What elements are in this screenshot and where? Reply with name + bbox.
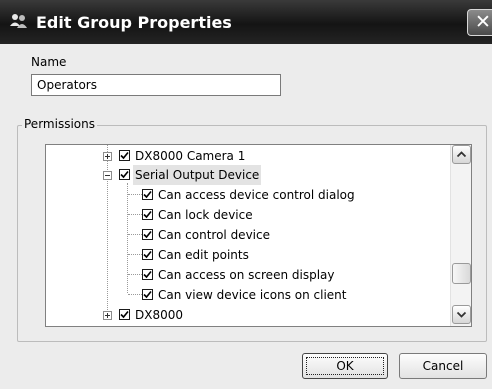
tree-item-label: Can lock device [158, 208, 253, 222]
tree-item-label: Can view device icons on client [158, 288, 347, 302]
checkbox[interactable] [119, 150, 130, 161]
checkbox[interactable] [119, 309, 130, 320]
focus-ring [306, 357, 384, 375]
ok-button[interactable]: OK [302, 353, 388, 379]
vertical-scrollbar[interactable] [450, 145, 471, 326]
tree-item-label: Serial Output Device [133, 165, 262, 185]
tree-item[interactable]: Serial Output Device [46, 165, 446, 185]
tree-item-label: Can access on screen display [158, 268, 335, 282]
close-button[interactable]: ✕ [467, 9, 492, 36]
tree-item-label: Can access device control dialog [158, 188, 355, 202]
title-bar[interactable]: Edit Group Properties ✕ [0, 0, 492, 44]
checkbox[interactable] [142, 229, 153, 240]
expand-icon[interactable] [103, 152, 112, 161]
cancel-button-label: Cancel [422, 359, 464, 373]
name-label: Name [31, 55, 67, 69]
close-icon: ✕ [475, 11, 491, 33]
name-input[interactable]: Operators [31, 74, 281, 96]
tree-item-label: Can control device [158, 228, 270, 242]
tree-item-label: DX8000 [135, 308, 183, 322]
checkbox[interactable] [119, 169, 130, 180]
scroll-up-button[interactable] [452, 145, 471, 164]
collapse-icon[interactable] [103, 171, 112, 180]
tree-item[interactable]: Can lock device [46, 205, 446, 225]
tree-item[interactable]: Can access device control dialog [46, 185, 446, 205]
tree-item[interactable]: Can control device [46, 225, 446, 245]
permissions-tree[interactable]: DX8000 Camera 1 Serial Output Device Can… [45, 144, 472, 327]
scroll-down-button[interactable] [452, 305, 471, 324]
chevron-down-icon [456, 311, 467, 318]
scroll-thumb[interactable] [452, 263, 471, 284]
tree-item-label: DX8000 Camera 1 [135, 149, 246, 163]
expand-icon[interactable] [103, 311, 112, 320]
tree-item[interactable]: DX8000 Camera 1 [46, 146, 446, 166]
checkbox[interactable] [142, 289, 153, 300]
cancel-button[interactable]: Cancel [399, 353, 487, 379]
chevron-up-icon [456, 151, 467, 158]
permissions-label: Permissions [22, 117, 97, 131]
tree-item-label: Can edit points [158, 248, 249, 262]
tree-item[interactable]: Can view device icons on client [46, 285, 446, 305]
tree-item[interactable]: Can access on screen display [46, 265, 446, 285]
checkbox[interactable] [142, 209, 153, 220]
tree-item[interactable]: Can edit points [46, 245, 446, 265]
tree-item[interactable]: DX8000 [46, 305, 446, 325]
group-icon [10, 14, 27, 28]
edit-group-properties-dialog: Edit Group Properties ✕ Name Operators P… [0, 0, 492, 389]
window-title: Edit Group Properties [36, 13, 232, 32]
checkbox[interactable] [142, 269, 153, 280]
checkbox[interactable] [142, 189, 153, 200]
checkbox[interactable] [142, 249, 153, 260]
